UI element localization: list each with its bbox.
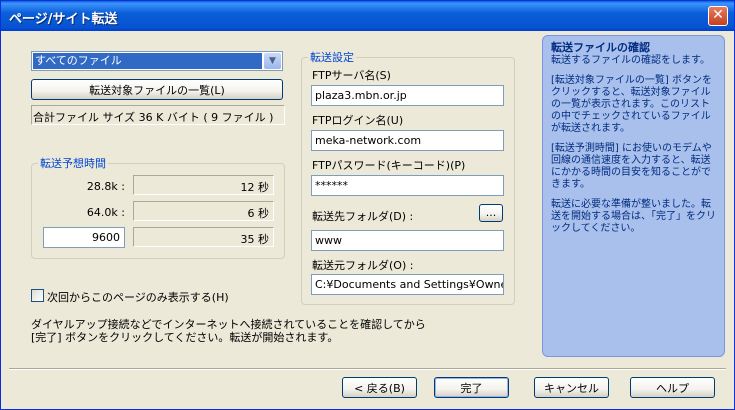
help-info-title: 転送ファイルの確認	[551, 41, 650, 54]
help-info-panel: 転送ファイルの確認 転送するファイルの確認をします。 [転送対象ファイルの一覧]…	[542, 35, 725, 357]
browse-button[interactable]: ...	[479, 204, 503, 222]
help-info-paragraph: [転送予測時間] にお使いのモデムや回線の通信速度を入力すると、転送にかかる時間…	[551, 143, 712, 190]
dest-folder-label: 転送先フォルダ(D) :	[312, 210, 414, 223]
wizard-window: ページ/サイト転送 ✕ すべてのファイル ▼ 転送対象ファイルの一覧(L) 合計…	[0, 0, 735, 410]
speed-64k-label: 64.0k :	[86, 206, 125, 219]
transfer-settings-title: 転送設定	[308, 49, 356, 65]
speed-28k-label: 28.8k :	[86, 180, 125, 193]
show-only-this-page-checkbox[interactable]	[31, 289, 44, 302]
time-64k-panel: 6 秒	[133, 201, 274, 221]
finish-button[interactable]: 完了	[434, 377, 509, 398]
src-folder-label: 転送元フォルダ(O) :	[312, 259, 414, 272]
custom-speed-input[interactable]: 9600	[43, 227, 125, 248]
time-custom-panel: 35 秒	[133, 227, 274, 247]
help-info-paragraph: 転送に必要な準備が整いました。転送を開始する場合は、「完了」をクリックしてくださ…	[551, 199, 716, 234]
title-bar[interactable]: ページ/サイト転送 ✕	[1, 1, 734, 31]
time-28k-panel: 12 秒	[133, 175, 274, 195]
file-list-button[interactable]: 転送対象ファイルの一覧(L)	[31, 79, 283, 100]
close-icon: ✕	[712, 7, 724, 23]
ftp-password-input[interactable]: ******	[311, 175, 504, 196]
ftp-login-label: FTPログイン名(U)	[312, 114, 404, 127]
estimated-time-title: 転送予想時間	[38, 155, 108, 171]
ftp-login-input[interactable]: meka-network.com	[311, 130, 504, 151]
show-only-this-page-label[interactable]: 次回からこのページのみ表示する(H)	[47, 289, 229, 305]
close-button[interactable]: ✕	[708, 6, 728, 26]
window-title: ページ/サイト転送	[9, 12, 118, 27]
src-folder-input[interactable]: C:¥Documents and Settings¥Owner¥l	[311, 274, 504, 295]
time-28k-value: 12 秒	[240, 181, 270, 194]
ftp-server-label: FTPサーバ名(S)	[312, 69, 391, 82]
file-filter-value: すべてのファイル	[33, 53, 262, 69]
total-files-text: 合計ファイル サイズ 36 K バイト ( 9 ファイル )	[33, 111, 274, 124]
footer-divider	[9, 368, 726, 370]
chevron-down-icon[interactable]: ▼	[264, 53, 281, 69]
total-files-panel: 合計ファイル サイズ 36 K バイト ( 9 ファイル )	[31, 105, 285, 125]
help-info-paragraph: [転送対象ファイルの一覧] ボタンをクリックすると、転送対象ファイルの一覧が表示…	[551, 75, 712, 134]
help-button[interactable]: ヘルプ	[630, 377, 715, 398]
ftp-password-label: FTPパスワード(キーコード)(P)	[312, 159, 466, 172]
dest-folder-input[interactable]: www	[311, 230, 504, 251]
back-button[interactable]: < 戻る(B)	[342, 377, 417, 398]
file-filter-select[interactable]: すべてのファイル ▼	[31, 51, 283, 71]
cancel-button[interactable]: キャンセル	[534, 377, 609, 398]
time-custom-value: 35 秒	[240, 233, 270, 246]
help-info-paragraph: 転送するファイルの確認をします。	[551, 55, 710, 66]
ftp-server-input[interactable]: plaza3.mbn.or.jp	[311, 85, 504, 106]
time-64k-value: 6 秒	[247, 207, 270, 220]
note-line-2: [完了] ボタンをクリックしてください。転送が開始されます。	[31, 331, 339, 344]
